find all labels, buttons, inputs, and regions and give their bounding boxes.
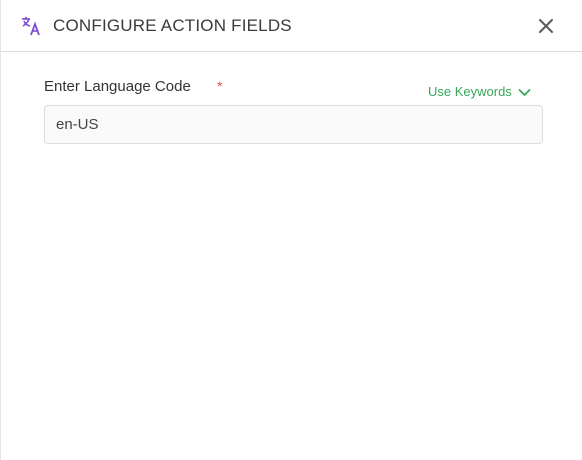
- chevron-down-icon[interactable]: [518, 86, 531, 99]
- language-code-input-wrapper: [44, 105, 543, 144]
- language-code-label: Enter Language Code: [44, 78, 191, 95]
- language-code-input[interactable]: [45, 106, 542, 143]
- panel-header: CONFIGURE ACTION FIELDS: [1, 0, 582, 52]
- configure-action-fields-panel: CONFIGURE ACTION FIELDS Enter Language C…: [0, 0, 582, 460]
- translate-icon: [20, 15, 42, 37]
- panel-title: CONFIGURE ACTION FIELDS: [53, 16, 292, 35]
- use-keywords-label[interactable]: Use Keywords: [428, 84, 512, 100]
- required-marker: *: [217, 78, 223, 94]
- use-keywords-toggle[interactable]: Use Keywords: [428, 83, 531, 101]
- close-icon[interactable]: [536, 16, 556, 36]
